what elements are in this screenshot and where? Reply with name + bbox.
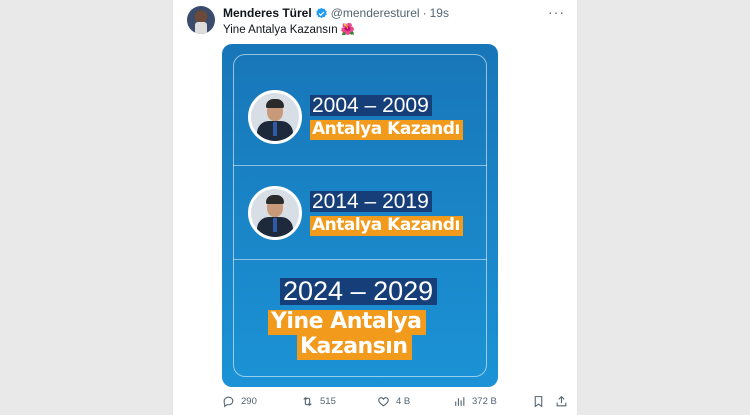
- portrait-image: [248, 90, 302, 144]
- like-count: 4 B: [396, 396, 411, 407]
- result-label: Antalya Kazandı: [310, 216, 463, 236]
- reply-count: 290: [241, 396, 257, 407]
- author-name[interactable]: Menderes Türel: [223, 6, 312, 20]
- image-divider: [233, 165, 487, 166]
- tweet-text: Yine Antalya Kazansın 🌺: [223, 24, 356, 36]
- views-count: 372 B: [472, 396, 497, 407]
- result-label: Antalya Kazandı: [310, 120, 463, 140]
- avatar[interactable]: [187, 6, 215, 34]
- reply-icon: [223, 396, 234, 408]
- tweet-card[interactable]: Menderes Türel @menderesturel · 19s ··· …: [172, 0, 578, 415]
- bookmark-button[interactable]: [532, 395, 545, 408]
- more-icon[interactable]: ···: [548, 4, 565, 20]
- author-handle[interactable]: @menderesturel: [331, 6, 420, 20]
- reply-button[interactable]: 290: [222, 395, 257, 408]
- years-label: 2024 – 2029: [280, 278, 438, 305]
- repost-icon: [303, 396, 312, 407]
- views-button[interactable]: 372 B: [453, 395, 497, 408]
- verified-icon: [316, 7, 327, 18]
- like-button[interactable]: 4 B: [377, 395, 410, 408]
- result-label-line1: Yine Antalya: [268, 310, 426, 335]
- share-button[interactable]: [555, 395, 568, 408]
- views-icon: [455, 397, 465, 406]
- image-divider: [233, 259, 487, 260]
- share-icon: [556, 395, 567, 407]
- tweet-time[interactable]: 19s: [430, 6, 449, 20]
- tweet-image[interactable]: 2004 – 2009 Antalya Kazandı 2014 – 2019 …: [222, 44, 498, 387]
- portrait-image: [248, 186, 302, 240]
- repost-count: 515: [320, 396, 336, 407]
- years-label: 2004 – 2009: [310, 95, 432, 116]
- like-icon: [378, 397, 389, 407]
- repost-button[interactable]: 515: [301, 395, 336, 408]
- separator-dot: ·: [422, 6, 427, 20]
- bookmark-icon: [534, 396, 543, 408]
- tweet-header: Menderes Türel @menderesturel · 19s: [223, 6, 449, 20]
- years-label: 2014 – 2019: [310, 191, 432, 212]
- result-label-line2: Kazansın: [297, 335, 412, 360]
- action-bar: 290 515 4 B 372 B: [173, 395, 579, 413]
